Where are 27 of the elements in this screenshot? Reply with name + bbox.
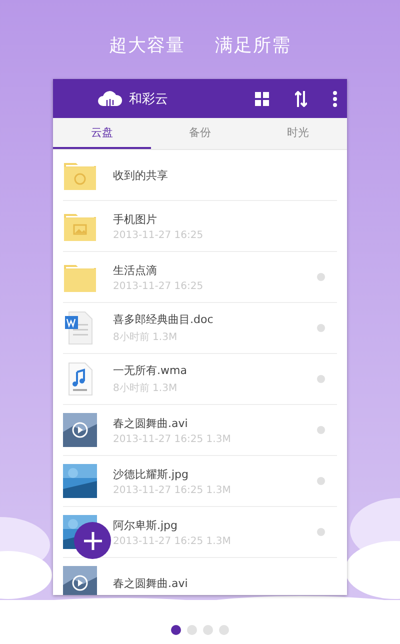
file-name: 春之圆舞曲.avi [113, 576, 189, 590]
file-name: 生活点滴 [113, 262, 158, 278]
file-name: 春之圆舞曲.avi [113, 416, 189, 430]
file-name: 沙德比耀斯.jpg [113, 466, 190, 482]
file-row[interactable]: 春之圆舞曲.avi [63, 558, 337, 595]
item-menu-dot[interactable] [317, 375, 325, 383]
file-name: 手机图片 [113, 212, 158, 226]
file-name: 阿尔卑斯.jpg [113, 518, 179, 532]
headline-text: 超大容量 [109, 34, 185, 57]
video-thumbnail [63, 412, 97, 448]
file-name: 一无所有.wma [113, 363, 188, 378]
item-menu-dot[interactable] [317, 477, 325, 485]
file-name: 喜多郎经典曲目.doc [113, 312, 214, 327]
sort-icon[interactable] [295, 90, 307, 106]
cloud-logo-icon [97, 88, 123, 108]
item-menu-dot[interactable] [317, 273, 325, 281]
more-icon[interactable] [333, 90, 337, 106]
item-menu-dot[interactable] [317, 324, 325, 332]
item-menu-dot[interactable] [317, 426, 325, 434]
file-name: 收到的共享 [113, 168, 169, 182]
app-title: 和彩云 [129, 90, 169, 108]
headline-text: 满足所需 [215, 34, 291, 57]
tab[interactable]: 云盘 [53, 118, 151, 149]
item-menu-dot[interactable] [317, 528, 325, 536]
plus-icon [82, 530, 102, 550]
grid-icon[interactable] [255, 92, 269, 106]
file-row[interactable]: 收到的共享 [63, 150, 337, 201]
